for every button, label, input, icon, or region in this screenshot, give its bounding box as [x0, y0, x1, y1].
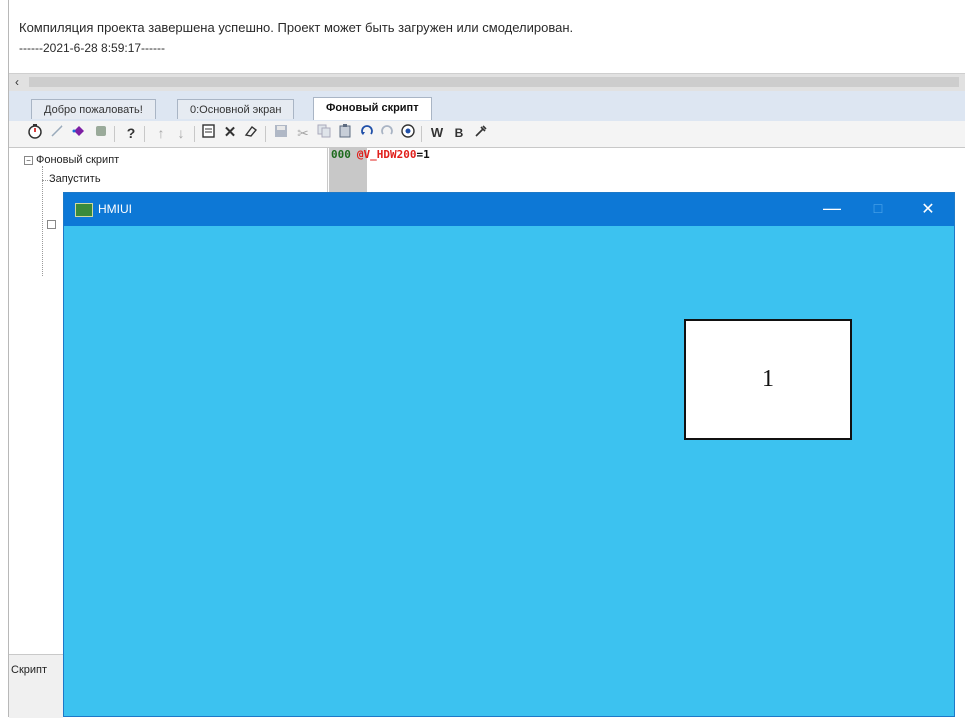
sparkle-icon[interactable] [47, 123, 67, 143]
expand-icon[interactable] [47, 220, 56, 229]
tab-main-screen[interactable]: 0:Основной экран [177, 99, 295, 119]
paste-icon[interactable] [335, 123, 355, 143]
cut-icon[interactable]: ✂ [293, 123, 313, 143]
hmi-simulator-window: HMIUI — ☐ ✕ 1 [63, 192, 955, 717]
eraser-icon[interactable] [241, 123, 261, 143]
tree-node-run[interactable]: Запустить [49, 173, 101, 185]
tree-node-background-script[interactable]: Фоновый скрипт [36, 154, 119, 166]
tab-welcome[interactable]: Добро пожаловать! [31, 99, 156, 119]
toolbar-separator [421, 126, 422, 142]
minimize-button[interactable]: — [814, 193, 850, 226]
scroll-left-arrow-icon[interactable]: ‹ [11, 74, 23, 91]
script-toolbar: ? ↑ ↓ ✕ ✂ W B [9, 121, 965, 148]
help-icon[interactable]: ? [121, 123, 141, 143]
compile-icon[interactable] [398, 123, 418, 143]
toolbar-separator [114, 126, 115, 142]
script-line[interactable]: 000 @V_HDW200=1 [331, 148, 430, 161]
database-icon[interactable] [91, 123, 111, 143]
pick-tool-icon[interactable] [471, 123, 491, 143]
save-icon[interactable] [271, 123, 291, 143]
copy-icon[interactable] [314, 123, 334, 143]
delete-icon[interactable]: ✕ [220, 123, 240, 143]
toolbar-separator [194, 126, 195, 142]
line-number: 000 [331, 148, 351, 161]
undo-icon[interactable] [357, 123, 377, 143]
hmi-window-title: HMIUI [98, 202, 132, 216]
script-output-panel: Скрипт [9, 654, 63, 718]
horizontal-scrollbar[interactable]: ‹ [9, 73, 965, 92]
diamond-icon[interactable] [69, 123, 89, 143]
arrow-up-icon[interactable]: ↑ [151, 123, 171, 143]
monitor-icon [75, 203, 93, 217]
bold-icon[interactable]: B [449, 123, 469, 143]
tab-background-script[interactable]: Фоновый скрипт [313, 97, 432, 120]
panel-label: Скрипт [11, 664, 48, 676]
compile-status-message: Компиляция проекта завершена успешно. Пр… [19, 20, 574, 35]
toolbar-separator [265, 126, 266, 142]
arrow-down-icon[interactable]: ↓ [171, 123, 191, 143]
word-wrap-icon[interactable]: W [427, 123, 447, 143]
tree-guide-line [42, 180, 48, 181]
scrollbar-thumb[interactable] [29, 77, 959, 87]
compile-timestamp: ------2021-6-28 8:59:17------ [19, 41, 166, 55]
new-script-icon[interactable] [199, 123, 219, 143]
editor-tab-strip: Добро пожаловать! 0:Основной экран Фонов… [9, 91, 965, 122]
numeric-display-box: 1 [684, 319, 852, 440]
script-expression: =1 [416, 148, 430, 161]
maximize-button[interactable]: ☐ [860, 193, 896, 226]
toolbar-separator [144, 126, 145, 142]
collapse-icon[interactable]: − [24, 156, 33, 165]
redo-icon[interactable] [377, 123, 397, 143]
close-button[interactable]: ✕ [910, 193, 946, 226]
tree-guide-line [42, 166, 43, 276]
stopwatch-icon[interactable] [25, 123, 45, 143]
hmi-titlebar[interactable]: HMIUI — ☐ ✕ [64, 193, 954, 226]
script-variable: @V_HDW200 [356, 148, 417, 161]
